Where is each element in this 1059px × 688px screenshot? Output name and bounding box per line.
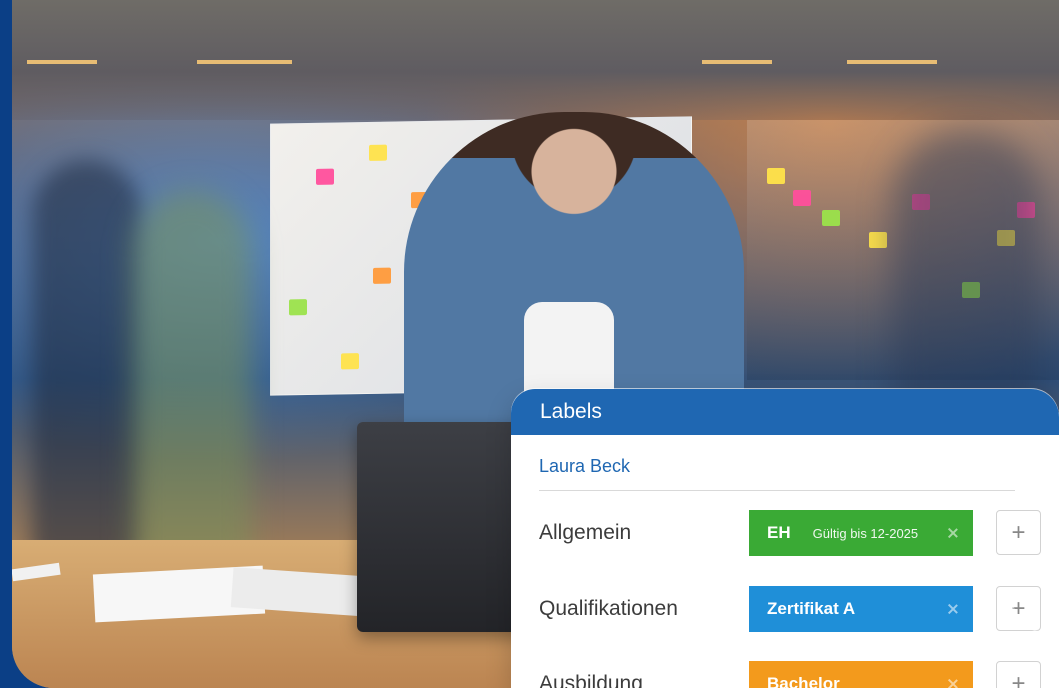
plus-icon: + [1011, 518, 1026, 546]
sticky-note [373, 267, 391, 284]
label-row-ausbildung: Ausbildung Bachelor + [539, 661, 1059, 688]
sticky-note [289, 299, 307, 316]
tag-detail: Gültig bis 12-2025 [812, 525, 919, 541]
row-label: Qualifikationen [539, 597, 678, 620]
divider [539, 490, 1015, 491]
ceiling-light [847, 60, 937, 64]
sticky-note [369, 144, 387, 161]
close-icon[interactable] [947, 603, 959, 615]
sticky-note [822, 210, 840, 226]
tag-chip-bachelor[interactable]: Bachelor [749, 661, 973, 688]
close-icon[interactable] [947, 527, 959, 539]
tag-label: EH [767, 523, 791, 542]
label-row-qualifikationen: Qualifikationen Zertifikat A + [539, 586, 1059, 632]
add-label-button[interactable]: + [996, 661, 1041, 688]
tag-chip-zertifikat-a[interactable]: Zertifikat A [749, 586, 973, 632]
ceiling-light [197, 60, 292, 64]
panel-title: Labels [540, 400, 602, 423]
blurred-person [32, 160, 142, 600]
close-icon[interactable] [947, 678, 959, 688]
add-label-button[interactable]: + [996, 510, 1041, 555]
sticky-note [869, 232, 887, 248]
row-label: Ausbildung [539, 672, 643, 688]
ceiling-light [702, 60, 772, 64]
person-name[interactable]: Laura Beck [539, 456, 630, 477]
sticky-note [793, 190, 811, 206]
label-row-allgemein: Allgemein EH Gültig bis 12-2025 + [539, 510, 1059, 556]
tag-label: Zertifikat A [767, 599, 856, 618]
sticky-note [341, 353, 359, 370]
sticky-note [316, 168, 334, 185]
panel-header: Labels [511, 389, 1059, 435]
tag-chip-eh[interactable]: EH Gültig bis 12-2025 [749, 510, 973, 556]
row-label: Allgemein [539, 521, 632, 544]
office-ceiling [12, 0, 1059, 120]
tag-label: Bachelor [767, 674, 840, 688]
ceiling-light [27, 60, 97, 64]
labels-panel: Labels Laura Beck Allgemein EH Gültig bi… [511, 389, 1059, 688]
sticky-note [767, 168, 785, 184]
plus-icon: + [1011, 669, 1026, 688]
